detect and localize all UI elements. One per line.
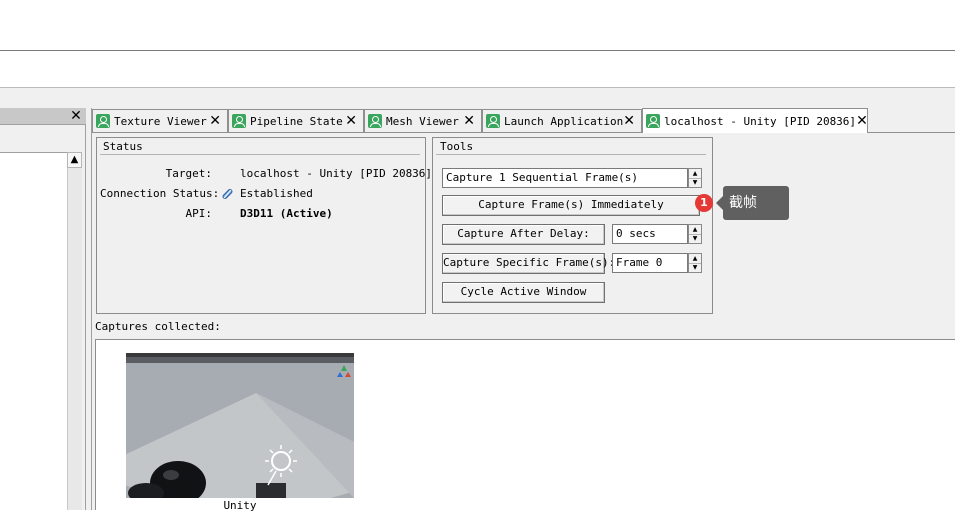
annotation-tooltip: 截帧 (723, 186, 789, 220)
status-group-rule (100, 154, 420, 155)
capture-after-delay-button[interactable]: Capture After Delay: (442, 224, 605, 245)
thumbnail-image (126, 353, 354, 498)
sequential-frames-field[interactable]: Capture 1 Sequential Frame(s) (442, 168, 688, 188)
renderdoc-tab-icon (646, 114, 660, 128)
close-icon[interactable]: ✕ (345, 114, 357, 128)
frame-spinner[interactable]: ▲ ▼ (688, 253, 702, 273)
delay-field[interactable]: 0 secs (612, 224, 688, 244)
tab-bar-baseline (92, 132, 642, 133)
close-icon[interactable]: ✕ (209, 114, 221, 128)
connection-status-value: Established (240, 187, 313, 200)
capture-caption: Unity (223, 499, 257, 512)
tab-texture-viewer[interactable]: Texture Viewer ✕ (92, 109, 228, 132)
capture-specific-frames-button[interactable]: Capture Specific Frame(s): (442, 253, 615, 274)
tools-group-title: Tools (440, 140, 474, 153)
tab-pipeline-state[interactable]: Pipeline State ✕ (228, 109, 364, 132)
renderdoc-tab-icon (232, 114, 246, 128)
api-label: API: (185, 207, 213, 220)
tab-live-capture[interactable]: localhost - Unity [PID 20836] ✕ (642, 108, 868, 133)
connection-status-label: Connection Status: (100, 187, 220, 200)
tab-mesh-viewer[interactable]: Mesh Viewer ✕ (364, 109, 482, 132)
tab-label: Launch Application (504, 114, 624, 128)
spin-down-icon[interactable]: ▼ (689, 178, 701, 187)
left-dock-close-icon[interactable]: ✕ (68, 107, 84, 125)
status-group-title: Status (103, 140, 143, 153)
renderdoc-tab-icon (96, 114, 110, 128)
capture-immediately-button[interactable]: Capture Frame(s) Immediately (442, 195, 700, 216)
spin-down-icon[interactable]: ▼ (689, 263, 701, 272)
close-icon[interactable]: ✕ (856, 114, 868, 128)
step-badge: 1 (695, 194, 713, 212)
spin-down-icon[interactable]: ▼ (689, 234, 701, 243)
renderdoc-tab-icon (486, 114, 500, 128)
top-divider (0, 50, 955, 51)
left-dock-list[interactable] (0, 152, 67, 510)
target-value: localhost - Unity [PID 20836] (240, 167, 433, 180)
tab-launch-application[interactable]: Launch Application ✕ (482, 109, 642, 132)
tab-label: Mesh Viewer (386, 114, 459, 128)
tab-bar-baseline (868, 132, 955, 133)
delay-spinner[interactable]: ▲ ▼ (688, 224, 702, 244)
connection-link-icon (220, 186, 235, 201)
tab-label: Pipeline State (250, 114, 343, 128)
tab-label: localhost - Unity [PID 20836] (664, 114, 857, 128)
close-icon[interactable]: ✕ (463, 114, 475, 128)
frame-field[interactable]: Frame 0 (612, 253, 688, 273)
left-dock-scrollbar[interactable] (67, 152, 82, 510)
capture-thumbnail[interactable] (126, 353, 354, 498)
status-group (96, 137, 426, 314)
close-icon[interactable]: ✕ (623, 114, 635, 128)
tools-group-rule (436, 154, 706, 155)
api-value: D3D11 (Active) (240, 207, 333, 220)
renderdoc-tab-icon (368, 114, 382, 128)
tab-label: Texture Viewer (114, 114, 207, 128)
dock-splitter[interactable] (86, 108, 92, 510)
captures-label: Captures collected: (95, 320, 221, 333)
cycle-active-window-button[interactable]: Cycle Active Window (442, 282, 605, 303)
sequential-frames-spinner[interactable]: ▲ ▼ (688, 168, 702, 188)
scroll-up-icon[interactable]: ▲ (67, 152, 82, 168)
tooltip-arrow (716, 196, 723, 210)
target-label: Target: (165, 167, 212, 180)
